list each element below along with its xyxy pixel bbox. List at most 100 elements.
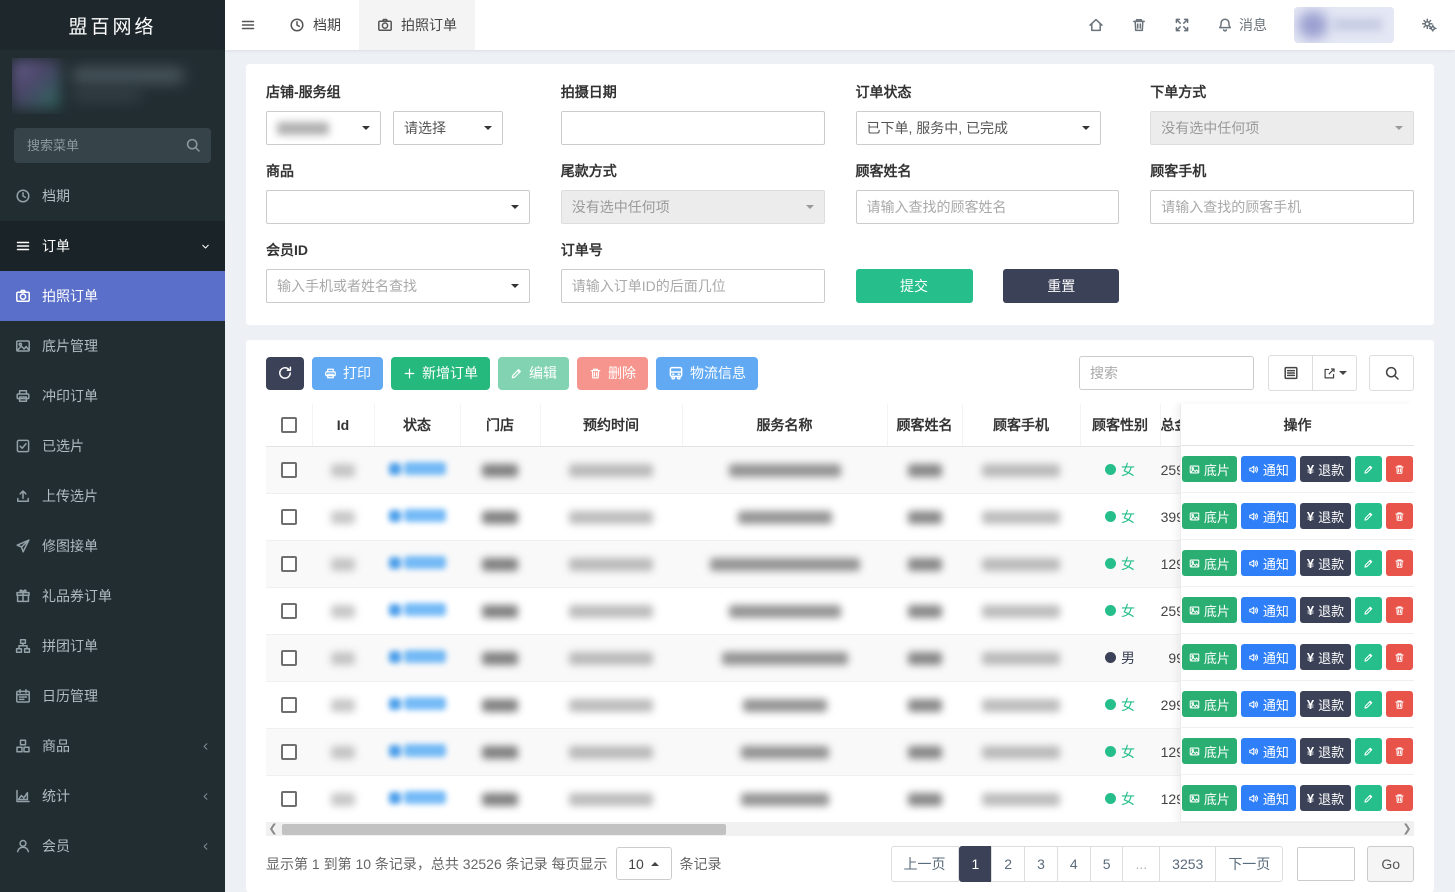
edit-row-button[interactable] <box>1355 738 1382 764</box>
edit-row-button[interactable] <box>1355 597 1382 623</box>
status-badge-blurred[interactable] <box>389 697 446 710</box>
notify-button[interactable]: 通知 <box>1241 691 1296 717</box>
col-id[interactable]: Id <box>312 404 374 446</box>
edit-row-button[interactable] <box>1355 503 1382 529</box>
refund-button[interactable]: ¥退款 <box>1300 597 1351 623</box>
refund-button[interactable]: ¥退款 <box>1300 691 1351 717</box>
logistics-button[interactable]: 物流信息 <box>656 357 758 390</box>
status-badge-blurred[interactable] <box>389 744 446 757</box>
row-checkbox[interactable] <box>281 603 297 619</box>
col-customer-name[interactable]: 顾客姓名 <box>887 404 962 446</box>
row-checkbox[interactable] <box>281 791 297 807</box>
delete-button[interactable]: 删除 <box>577 357 648 390</box>
refund-button[interactable]: ¥退款 <box>1300 456 1351 482</box>
sidebar-toggle-button[interactable] <box>225 0 271 50</box>
delete-row-button[interactable] <box>1386 738 1413 764</box>
sidebar-item-coupon-orders[interactable]: 礼品券订单 <box>0 571 225 621</box>
delete-row-button[interactable] <box>1386 597 1413 623</box>
col-service-name[interactable]: 服务名称 <box>682 404 887 446</box>
delete-row-button[interactable] <box>1386 691 1413 717</box>
edit-row-button[interactable] <box>1355 644 1382 670</box>
notify-button[interactable]: 通知 <box>1241 644 1296 670</box>
negatives-button[interactable]: 底片 <box>1182 456 1237 482</box>
status-badge-blurred[interactable] <box>389 603 446 616</box>
sidebar-item-statistics[interactable]: 统计 <box>0 771 225 821</box>
sidebar-item-schedule[interactable]: 档期 <box>0 171 225 221</box>
reset-button[interactable]: 重置 <box>1003 269 1119 303</box>
status-badge-blurred[interactable] <box>389 462 446 475</box>
prev-page-button[interactable]: 上一页 <box>891 846 959 882</box>
refund-button[interactable]: ¥退款 <box>1300 785 1351 811</box>
delete-row-button[interactable] <box>1386 785 1413 811</box>
refund-button[interactable]: ¥退款 <box>1300 644 1351 670</box>
notify-button[interactable]: 通知 <box>1241 550 1296 576</box>
shoot-date-input[interactable] <box>561 111 825 145</box>
sidebar-item-photo-orders[interactable]: 拍照订单 <box>0 271 225 321</box>
row-checkbox[interactable] <box>281 509 297 525</box>
row-checkbox[interactable] <box>281 556 297 572</box>
delete-row-button[interactable] <box>1386 456 1413 482</box>
col-store[interactable]: 门店 <box>460 404 540 446</box>
negatives-button[interactable]: 底片 <box>1182 691 1237 717</box>
col-customer-phone[interactable]: 顾客手机 <box>962 404 1080 446</box>
row-checkbox[interactable] <box>281 650 297 666</box>
scroll-left-arrow[interactable]: ❮ <box>266 823 280 836</box>
sidebar-item-print-orders[interactable]: 冲印订单 <box>0 371 225 421</box>
service-group-select[interactable]: 请选择 <box>393 111 503 145</box>
row-checkbox[interactable] <box>281 697 297 713</box>
product-select[interactable] <box>266 190 530 224</box>
page-button[interactable]: 3 <box>1024 846 1058 882</box>
refund-button[interactable]: ¥退款 <box>1300 738 1351 764</box>
negatives-button[interactable]: 底片 <box>1182 503 1237 529</box>
home-icon[interactable] <box>1088 17 1104 33</box>
edit-row-button[interactable] <box>1355 550 1382 576</box>
add-order-button[interactable]: 新增订单 <box>391 357 490 390</box>
trash-icon[interactable] <box>1131 17 1147 33</box>
refund-button[interactable]: ¥退款 <box>1300 503 1351 529</box>
sidebar-item-negatives[interactable]: 底片管理 <box>0 321 225 371</box>
order-no-input[interactable] <box>561 269 825 303</box>
refresh-button[interactable] <box>266 357 304 390</box>
settings-gears-icon[interactable] <box>1421 17 1437 33</box>
notify-button[interactable]: 通知 <box>1241 503 1296 529</box>
goto-page-input[interactable] <box>1297 847 1355 881</box>
customer-phone-input[interactable] <box>1150 190 1414 224</box>
negatives-button[interactable]: 底片 <box>1182 644 1237 670</box>
submit-button[interactable]: 提交 <box>856 269 973 303</box>
customer-name-input[interactable] <box>856 190 1120 224</box>
status-badge-blurred[interactable] <box>389 650 446 663</box>
negatives-button[interactable]: 底片 <box>1182 738 1237 764</box>
edit-row-button[interactable] <box>1355 456 1382 482</box>
export-button[interactable] <box>1312 355 1357 391</box>
select-all-checkbox[interactable] <box>281 417 297 433</box>
page-button[interactable]: 3253 <box>1159 846 1216 882</box>
page-button[interactable]: 2 <box>991 846 1025 882</box>
sidebar-item-orders[interactable]: 订单 <box>0 221 225 271</box>
order-status-select[interactable]: 已下单, 服务中, 已完成 <box>856 111 1101 145</box>
status-badge-blurred[interactable] <box>389 791 446 804</box>
row-checkbox[interactable] <box>281 462 297 478</box>
page-size-select[interactable]: 10 <box>616 847 672 880</box>
nav-tab-schedule[interactable]: 档期 <box>271 0 359 50</box>
notify-button[interactable]: 通知 <box>1241 785 1296 811</box>
user-menu-blurred[interactable] <box>1294 7 1394 43</box>
sidebar-item-selected[interactable]: 已选片 <box>0 421 225 471</box>
delete-row-button[interactable] <box>1386 644 1413 670</box>
balance-method-select[interactable]: 没有选中任何项 <box>561 190 825 224</box>
negatives-button[interactable]: 底片 <box>1182 785 1237 811</box>
page-button[interactable]: 1 <box>959 846 993 882</box>
sidebar-item-products[interactable]: 商品 <box>0 721 225 771</box>
refund-button[interactable]: ¥退款 <box>1300 550 1351 576</box>
edit-row-button[interactable] <box>1355 785 1382 811</box>
page-button[interactable]: 4 <box>1057 846 1091 882</box>
sidebar-item-members[interactable]: 会员 <box>0 821 225 871</box>
col-status[interactable]: 状态 <box>374 404 460 446</box>
col-customer-gender[interactable]: 顾客性别 <box>1080 404 1160 446</box>
negatives-button[interactable]: 底片 <box>1182 550 1237 576</box>
delete-row-button[interactable] <box>1386 550 1413 576</box>
delete-row-button[interactable] <box>1386 503 1413 529</box>
row-checkbox[interactable] <box>281 744 297 760</box>
status-badge-blurred[interactable] <box>389 556 446 569</box>
sidebar-item-group-orders[interactable]: 拼团订单 <box>0 621 225 671</box>
table-search-input[interactable] <box>1079 356 1254 390</box>
